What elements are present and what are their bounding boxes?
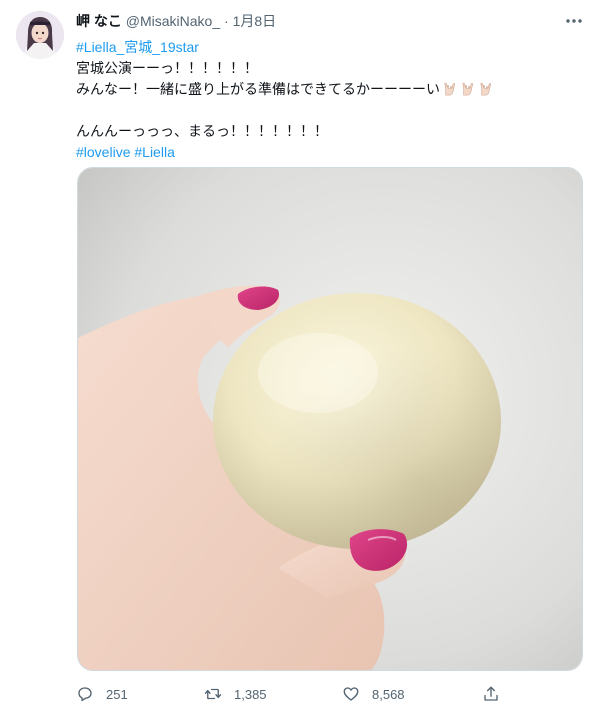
tweet-actions: 251 1,385 8,568 (76, 682, 516, 706)
separator-dot: · (224, 13, 229, 29)
love-you-gesture-emoji-icon (480, 82, 491, 96)
tweet-text: #Liella_宮城_19star 宮城公演ーーっ！！！！！！ みんなー！一緒に… (76, 37, 576, 163)
tweet-date[interactable]: 1月8日 (233, 13, 277, 29)
share-button[interactable] (482, 682, 500, 706)
more-options-icon (566, 19, 582, 23)
tweet-photo[interactable] (77, 167, 583, 671)
hashtag-link[interactable]: #lovelive (76, 144, 130, 160)
more-options-button[interactable] (563, 10, 585, 32)
love-you-gesture-emoji-icon (462, 82, 473, 96)
avatar[interactable] (16, 11, 64, 59)
reply-icon (78, 687, 92, 702)
user-handle[interactable]: @MisakiNako_ (126, 13, 220, 29)
tweet-text-line: みんなー！一緒に盛り上がる準備はできてるかーーーーい (76, 81, 440, 97)
tweet-text-line-with-emoji: みんなー！一緒に盛り上がる準備はできてるかーーーーい (76, 79, 576, 100)
hashtag-link[interactable]: #Liella (134, 144, 174, 160)
tweet-header: 岬 なこ @MisakiNako_ · 1月8日 (76, 11, 583, 33)
user-avatar-photo-icon (16, 11, 64, 59)
tweet-text-line: んんんーっっっ、まるっ！！！！！！！ (76, 123, 328, 139)
love-you-gesture-emoji-icon (444, 82, 455, 96)
like-count: 8,568 (372, 686, 405, 702)
like-button[interactable]: 8,568 (342, 682, 405, 706)
display-name[interactable]: 岬 なこ (76, 13, 122, 29)
retweet-icon (204, 688, 222, 700)
heart-icon (343, 687, 359, 701)
retweet-count: 1,385 (234, 686, 267, 702)
tweet-card[interactable]: 岬 なこ @MisakiNako_ · 1月8日 #Liella_宮城_19st… (0, 0, 599, 716)
tweet-text-line: 宮城公演ーーっ！！！！！！ (76, 60, 258, 76)
reply-count: 251 (106, 686, 128, 702)
share-icon (484, 686, 498, 701)
reply-button[interactable]: 251 (76, 682, 128, 706)
photo-hand-holding-round-bun-icon (78, 168, 582, 670)
retweet-button[interactable]: 1,385 (204, 682, 267, 706)
hashtag-link[interactable]: #Liella_宮城_19star (76, 39, 199, 55)
